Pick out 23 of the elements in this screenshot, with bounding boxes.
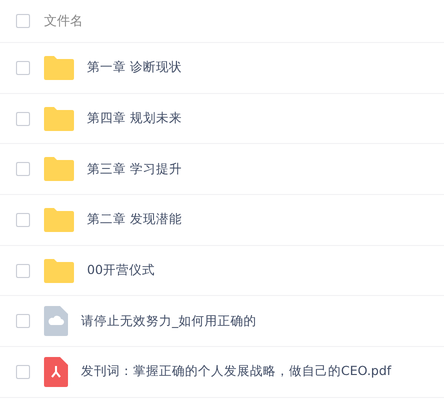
checkbox[interactable] [16, 364, 30, 379]
file-name[interactable]: 第四章 规划未来 [87, 110, 182, 128]
checkbox[interactable] [16, 212, 30, 227]
file-name[interactable]: 第三章 学习提升 [87, 160, 182, 178]
checkbox[interactable] [16, 264, 30, 278]
folder-icon [44, 258, 74, 283]
checkbox[interactable] [16, 60, 30, 75]
pdf-icon [44, 356, 68, 387]
folder-icon [44, 56, 74, 80]
checkbox[interactable] [16, 112, 30, 126]
column-header: 文件名 [44, 13, 83, 30]
folder-icon [44, 157, 74, 182]
file-name[interactable]: 00开营仪式 [87, 262, 155, 280]
checkbox[interactable] [16, 314, 30, 328]
file-name[interactable]: 发刊词：掌握正确的个人发展战略，做自己的CEO.pdf [81, 363, 392, 380]
checkbox[interactable] [16, 162, 30, 176]
file-name[interactable]: 第一章 诊断现状 [87, 59, 182, 76]
file-name[interactable]: 请停止无效努力_如何用正确的 [81, 312, 256, 330]
checkbox[interactable] [16, 14, 30, 28]
file-name[interactable]: 第二章 发现潜能 [87, 211, 182, 228]
folder-icon [44, 208, 74, 232]
folder-icon [44, 106, 74, 131]
cloud-file-icon [44, 306, 68, 336]
